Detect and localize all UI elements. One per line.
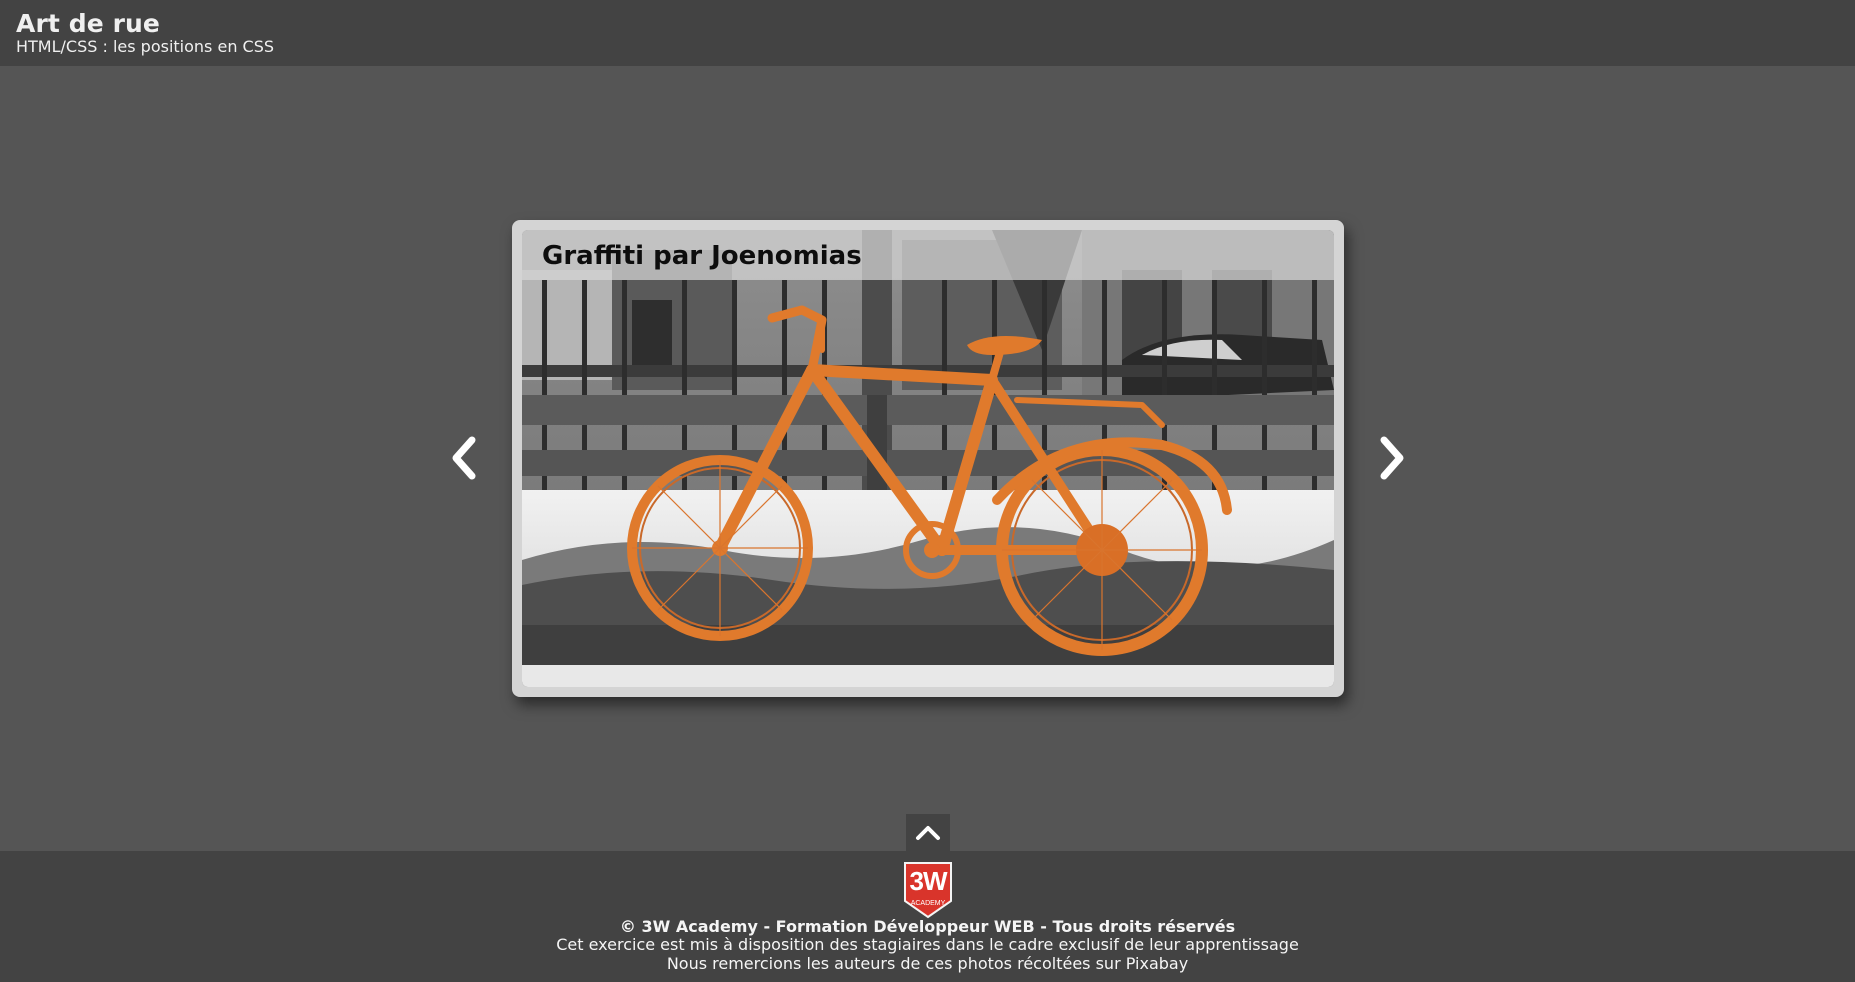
orange-bicycle-image xyxy=(522,230,1334,687)
footer-notice: Cet exercice est mis à disposition des s… xyxy=(556,935,1299,954)
next-slide-button[interactable] xyxy=(1372,432,1412,484)
slide-caption-bar: Graffiti par Joenomias xyxy=(522,230,1334,280)
academy-logo: 3W ACADEMY xyxy=(903,861,953,919)
chevron-right-icon xyxy=(1380,436,1404,480)
chevron-left-icon xyxy=(452,436,476,480)
site-subtitle: HTML/CSS : les positions en CSS xyxy=(16,37,275,56)
site-header: Art de rue HTML/CSS : les positions en C… xyxy=(0,0,1855,66)
site-footer: 3W ACADEMY © 3W Academy - Formation Déve… xyxy=(0,851,1855,982)
back-to-top-button[interactable] xyxy=(906,814,950,851)
logo-mark-text: 3W xyxy=(909,866,948,896)
prev-slide-button[interactable] xyxy=(444,432,484,484)
slide-caption: Graffiti par Joenomias xyxy=(542,241,862,271)
footer-copyright: © 3W Academy - Formation Développeur WEB… xyxy=(619,917,1236,936)
footer-credits: Nous remercions les auteurs de ces photo… xyxy=(666,954,1189,973)
slider: Graffiti par Joenomias xyxy=(512,220,1344,697)
slide-image: Graffiti par Joenomias xyxy=(522,230,1334,687)
site-title: Art de rue xyxy=(16,9,160,38)
chevron-up-icon xyxy=(916,826,940,840)
logo-sub-text: ACADEMY xyxy=(910,900,946,907)
